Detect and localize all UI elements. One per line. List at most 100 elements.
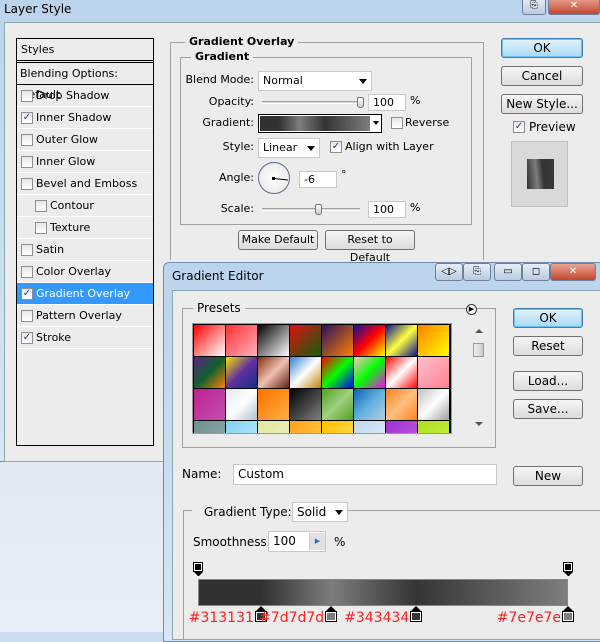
align-checkbox[interactable]: ✓ [330,141,342,153]
preset-swatch[interactable] [226,325,257,356]
preset-swatch[interactable] [386,421,417,433]
preset-swatch[interactable] [258,325,289,356]
preset-swatch[interactable] [226,421,257,433]
preset-swatch[interactable] [418,357,449,388]
style-checkbox[interactable] [21,156,33,168]
preset-swatch[interactable] [386,325,417,356]
preset-swatch[interactable] [258,389,289,420]
preset-swatch[interactable] [354,325,385,356]
preset-swatch[interactable] [258,421,289,433]
minimize-button[interactable]: ▭ [494,263,522,281]
editor-ok-button[interactable]: OK [513,308,583,328]
style-item[interactable]: Color Overlay [17,261,153,283]
style-item[interactable]: ✓ Gradient Overlay [17,283,153,305]
gradient-picker[interactable] [258,114,382,133]
gradient-bar[interactable] [198,579,568,606]
cancel-button[interactable]: Cancel [501,66,583,86]
opacity-stop[interactable] [563,562,573,576]
opacity-input[interactable]: 100 [368,94,406,111]
preset-swatch[interactable] [194,389,225,420]
preset-swatch[interactable] [322,421,353,433]
preset-swatch[interactable] [290,357,321,388]
color-stop[interactable] [325,606,338,622]
style-item[interactable]: Inner Glow [17,151,153,173]
style-checkbox[interactable] [35,200,47,212]
preset-swatch[interactable] [194,357,225,388]
ok-button[interactable]: OK [501,38,583,58]
preset-swatch[interactable] [258,357,289,388]
scale-slider[interactable] [262,204,360,215]
style-checkbox[interactable] [21,178,33,190]
preset-swatch[interactable] [354,421,385,433]
style-item[interactable]: Satin [17,239,153,261]
name-input[interactable]: Custom [233,464,497,485]
style-item[interactable]: ✓ Stroke [17,327,153,349]
color-stop[interactable] [562,606,574,622]
blending-options[interactable]: Blending Options: Default [17,63,153,101]
preset-swatch[interactable] [322,357,353,388]
angle-dial[interactable] [258,162,290,194]
gradient-swatch[interactable] [260,116,370,131]
layer-style-help-button[interactable]: ⎘ [522,0,546,15]
style-checkbox[interactable] [21,90,33,102]
style-checkbox[interactable] [21,266,33,278]
preset-swatch[interactable] [354,357,385,388]
preset-swatch[interactable] [290,389,321,420]
style-select[interactable]: Linear [258,138,320,158]
style-checkbox[interactable] [21,244,33,256]
style-checkbox[interactable]: ✓ [21,288,33,300]
preset-swatch[interactable] [322,325,353,356]
slider-thumb[interactable] [357,97,364,108]
angle-input[interactable]: -6 [299,171,337,188]
gradient-type-select[interactable]: Solid [292,502,348,522]
preset-swatch[interactable] [354,389,385,420]
close-button[interactable]: ✕ [550,263,596,281]
reverse-checkbox[interactable] [391,117,403,129]
style-item[interactable]: Pattern Overlay [17,305,153,327]
scale-input[interactable]: 100 [368,201,406,218]
preset-swatch[interactable] [386,357,417,388]
style-item[interactable]: ✓ Inner Shadow [17,107,153,129]
style-checkbox[interactable] [35,222,47,234]
presets-menu-icon[interactable]: ▶ [466,304,477,315]
new-button[interactable]: New [513,466,583,486]
preset-swatch[interactable] [322,389,353,420]
preset-swatch[interactable] [290,421,321,433]
help-button[interactable]: ⎘ [463,263,491,281]
style-item[interactable]: Texture [17,217,153,239]
save-button[interactable]: Save... [513,399,583,419]
scroll-up-icon[interactable] [475,329,483,333]
maximize-button[interactable]: ◻ [522,263,550,281]
opacity-stop[interactable] [193,562,203,576]
editor-reset-button[interactable]: Reset [513,336,583,356]
style-checkbox[interactable] [21,310,33,322]
layer-style-close-button[interactable]: ✕ [548,0,600,15]
presets-scrollbar[interactable] [472,326,486,432]
scroll-down-icon[interactable] [475,422,483,426]
make-default-button[interactable]: Make Default [238,230,318,250]
preview-checkbox[interactable]: ✓ [513,121,525,133]
color-stop[interactable] [410,606,423,622]
preset-swatch[interactable] [226,389,257,420]
new-style-button[interactable]: New Style... [501,94,583,114]
preset-swatch[interactable] [418,325,449,356]
style-item[interactable]: Contour [17,195,153,217]
load-button[interactable]: Load... [513,371,583,391]
smoothness-stepper[interactable]: ▶ [309,533,325,550]
preset-swatch[interactable] [194,421,225,433]
preset-swatch[interactable] [290,325,321,356]
style-item[interactable]: Bevel and Emboss [17,173,153,195]
blend-mode-select[interactable]: Normal [258,71,372,91]
opacity-slider[interactable] [262,97,364,108]
preset-swatch[interactable] [386,389,417,420]
preset-swatch[interactable] [418,389,449,420]
preset-swatch[interactable] [194,325,225,356]
preset-swatch[interactable] [226,357,257,388]
slider-thumb[interactable] [315,204,323,215]
style-checkbox[interactable] [21,134,33,146]
expand-button[interactable]: ◁▷ [435,263,463,281]
style-item[interactable]: Outer Glow [17,129,153,151]
scroll-thumb[interactable] [473,343,484,357]
style-item[interactable]: Drop Shadow [17,85,153,107]
style-checkbox[interactable]: ✓ [21,332,33,344]
